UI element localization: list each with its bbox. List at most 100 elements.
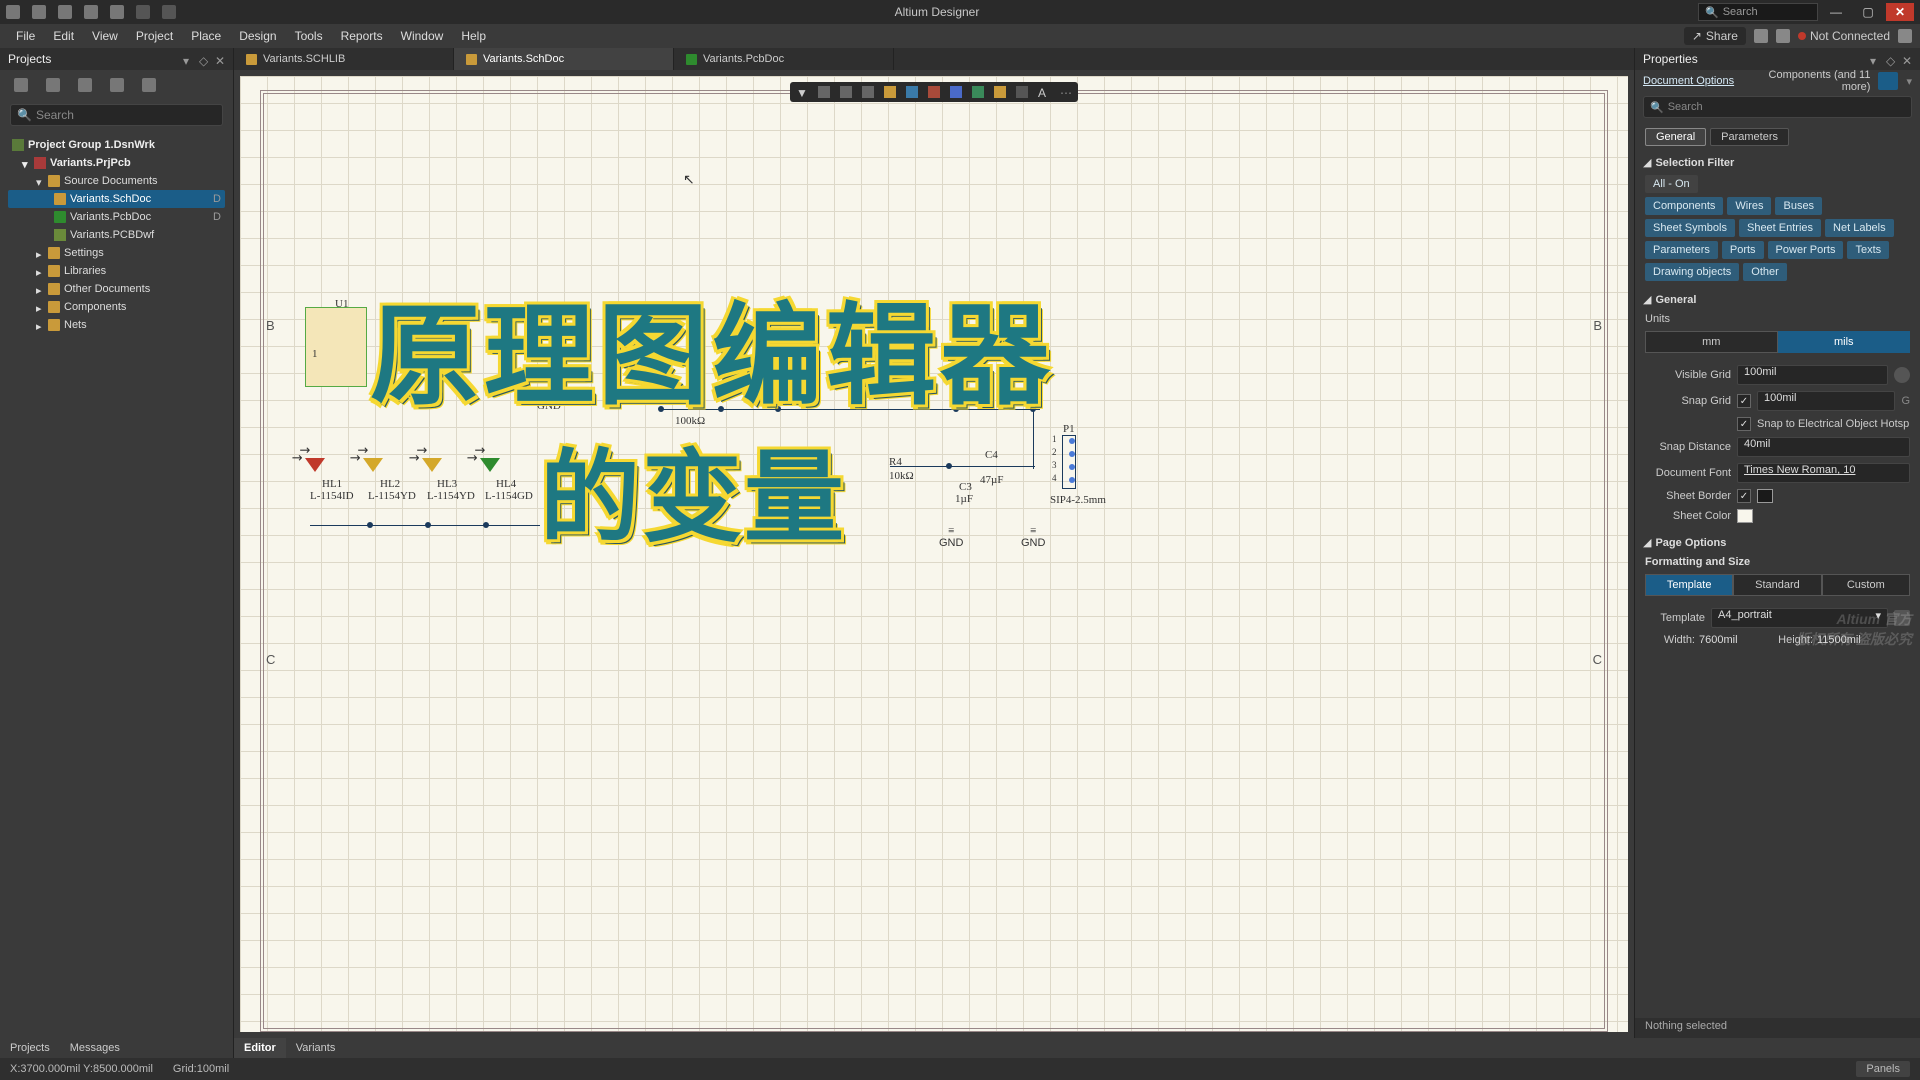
align-icon[interactable]: [818, 86, 830, 98]
tree-settings[interactable]: ▸Settings: [8, 244, 225, 262]
menu-edit[interactable]: Edit: [45, 27, 82, 45]
fmt-custom[interactable]: Custom: [1822, 574, 1910, 596]
schematic-canvas[interactable]: ▼ A ⋯ B B C C U1 1: [238, 74, 1630, 1034]
panel-menu-icon[interactable]: ▾: [1870, 54, 1880, 64]
tree-source-documents[interactable]: ▾Source Documents: [8, 172, 225, 190]
tree-other-documents[interactable]: ▸Other Documents: [8, 280, 225, 298]
bottom-tab-editor[interactable]: Editor: [234, 1038, 286, 1058]
u1-component[interactable]: [305, 307, 367, 387]
panel-menu-icon[interactable]: ▾: [183, 54, 193, 64]
fmt-standard[interactable]: Standard: [1733, 574, 1821, 596]
chip-all-on[interactable]: All - On: [1645, 175, 1698, 193]
section-general[interactable]: ◢ General: [1635, 289, 1920, 310]
minimize-button[interactable]: —: [1822, 3, 1850, 21]
menu-design[interactable]: Design: [231, 27, 284, 45]
bottom-tab-variants[interactable]: Variants: [286, 1038, 346, 1058]
snap-grid-input[interactable]: 100mil: [1757, 391, 1895, 411]
add-folder-icon[interactable]: [78, 78, 92, 92]
properties-tab-parameters[interactable]: Parameters: [1710, 128, 1789, 146]
cross-icon[interactable]: [862, 86, 874, 98]
blank-icon[interactable]: [1016, 86, 1028, 98]
chip-sheet-entries[interactable]: Sheet Entries: [1739, 219, 1821, 237]
sheet-color-swatch[interactable]: [1737, 509, 1753, 523]
chip-buses[interactable]: Buses: [1775, 197, 1822, 215]
chip-components[interactable]: Components: [1645, 197, 1723, 215]
chip-power-ports[interactable]: Power Ports: [1768, 241, 1844, 259]
menu-help[interactable]: Help: [453, 27, 494, 45]
chip-sheet-symbols[interactable]: Sheet Symbols: [1645, 219, 1735, 237]
snap-grid-checkbox[interactable]: ✓: [1737, 394, 1751, 408]
tree-project[interactable]: ▾Variants.PrjPcb: [8, 154, 225, 172]
properties-tab-general[interactable]: General: [1645, 128, 1706, 146]
bottom-tab-projects[interactable]: Projects: [0, 1038, 60, 1058]
chip-drawing-objects[interactable]: Drawing objects: [1645, 263, 1739, 281]
save-icon[interactable]: [32, 5, 46, 19]
panel-pin-icon[interactable]: ◇: [199, 54, 209, 64]
chip-ports[interactable]: Ports: [1722, 241, 1764, 259]
snap-distance-input[interactable]: 40mil: [1737, 437, 1910, 457]
close-button[interactable]: ✕: [1886, 3, 1914, 21]
text-tool-icon[interactable]: A: [1038, 86, 1050, 98]
doc-tab-schdoc[interactable]: Variants.SchDoc: [454, 48, 674, 70]
highlight-icon[interactable]: [884, 86, 896, 98]
panel-close-icon[interactable]: ✕: [215, 54, 225, 64]
tree-file-pcbdwf[interactable]: Variants.PCBDwf: [8, 226, 225, 244]
fmt-template[interactable]: Template: [1645, 574, 1733, 596]
menu-project[interactable]: Project: [128, 27, 181, 45]
bus-icon[interactable]: [950, 86, 962, 98]
snap-electrical-checkbox[interactable]: ✓: [1737, 417, 1751, 431]
settings-icon[interactable]: [1776, 29, 1790, 43]
global-search[interactable]: 🔍Search: [1698, 3, 1818, 21]
menu-place[interactable]: Place: [183, 27, 229, 45]
maximize-button[interactable]: ▢: [1854, 3, 1882, 21]
compile-icon[interactable]: [46, 78, 60, 92]
undo-icon[interactable]: [136, 5, 150, 19]
chip-wires[interactable]: Wires: [1727, 197, 1771, 215]
redo-icon[interactable]: [162, 5, 176, 19]
panels-button[interactable]: Panels: [1856, 1061, 1910, 1077]
doc-tab-schlib[interactable]: Variants.SCHLIB: [234, 48, 454, 70]
filter-icon[interactable]: ▼: [796, 86, 808, 98]
chip-other[interactable]: Other: [1743, 263, 1787, 281]
panel-pin-icon[interactable]: ◇: [1886, 54, 1896, 64]
menu-window[interactable]: Window: [393, 27, 452, 45]
dots-icon[interactable]: ⋯: [1060, 86, 1072, 98]
home-icon[interactable]: [1754, 29, 1768, 43]
chip-texts[interactable]: Texts: [1847, 241, 1889, 259]
panel-close-icon[interactable]: ✕: [1902, 54, 1912, 64]
open-project-icon[interactable]: [110, 5, 124, 19]
tree-nets[interactable]: ▸Nets: [8, 316, 225, 334]
connection-status[interactable]: Not Connected: [1798, 29, 1890, 43]
menu-tools[interactable]: Tools: [287, 27, 331, 45]
dropdown-icon[interactable]: ▾: [1906, 75, 1912, 88]
note-icon[interactable]: [994, 86, 1006, 98]
menu-file[interactable]: File: [8, 27, 43, 45]
chip-parameters[interactable]: Parameters: [1645, 241, 1718, 259]
tree-workspace[interactable]: Project Group 1.DsnWrk: [8, 136, 225, 154]
menu-view[interactable]: View: [84, 27, 126, 45]
unit-mils[interactable]: mils: [1778, 331, 1911, 353]
new-project-icon[interactable]: [14, 78, 28, 92]
projects-search[interactable]: 🔍 Search: [10, 104, 223, 126]
menu-reports[interactable]: Reports: [333, 27, 391, 45]
open-folder-icon[interactable]: [84, 5, 98, 19]
save-all-icon[interactable]: [58, 5, 72, 19]
bottom-tab-messages[interactable]: Messages: [60, 1038, 130, 1058]
sheet-border-checkbox[interactable]: ✓: [1737, 489, 1751, 503]
filter-toggle-icon[interactable]: [1878, 72, 1898, 90]
doc-options-link[interactable]: Document Options: [1643, 75, 1734, 87]
chip-net-labels[interactable]: Net Labels: [1825, 219, 1894, 237]
visible-grid-input[interactable]: 100mil: [1737, 365, 1888, 385]
properties-search[interactable]: 🔍 Search: [1643, 96, 1912, 118]
tree-libraries[interactable]: ▸Libraries: [8, 262, 225, 280]
tree-file-pcbdoc[interactable]: Variants.PcbDocD: [8, 208, 225, 226]
folder-action-icon[interactable]: [110, 78, 124, 92]
unit-mm[interactable]: mm: [1645, 331, 1778, 353]
doc-tab-pcbdoc[interactable]: Variants.PcbDoc: [674, 48, 894, 70]
port-icon[interactable]: [972, 86, 984, 98]
document-font-value[interactable]: Times New Roman, 10: [1737, 463, 1910, 483]
refresh-icon[interactable]: [142, 78, 156, 92]
account-icon[interactable]: [1898, 29, 1912, 43]
tree-file-schdoc[interactable]: Variants.SchDocD: [8, 190, 225, 208]
tree-components[interactable]: ▸Components: [8, 298, 225, 316]
